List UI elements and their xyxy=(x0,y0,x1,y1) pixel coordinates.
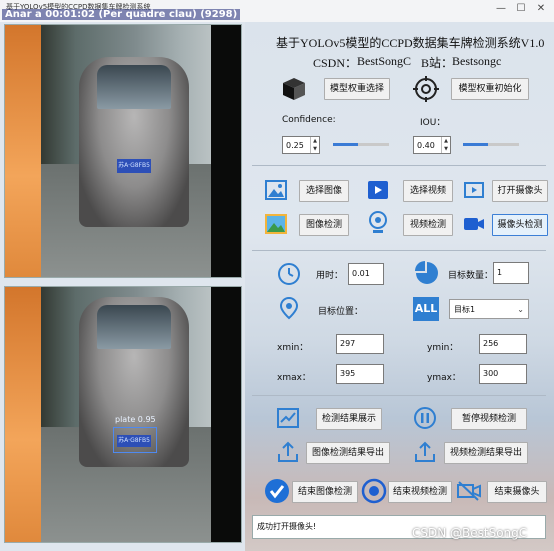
ymax-label: ymax： xyxy=(427,373,461,383)
xmax-field[interactable]: 395 xyxy=(336,364,384,384)
iou-spinbox[interactable]: 0.40 ▲ ▼ xyxy=(413,136,451,154)
ymin-field[interactable]: 256 xyxy=(479,334,527,354)
section-divider xyxy=(252,165,546,166)
show-results-button[interactable]: 检测结果展示 xyxy=(316,408,382,430)
close-camera-button[interactable]: 结束摄像头 xyxy=(487,481,547,503)
target-icon xyxy=(413,76,439,102)
pause-video-button[interactable]: 暂停视频检测 xyxy=(451,408,527,430)
position-label: 目标位置： xyxy=(318,307,364,317)
xmax-label: xmax： xyxy=(277,373,311,383)
chevron-down-icon: ⌄ xyxy=(517,305,524,314)
init-weights-button[interactable]: 模型权重初始化 xyxy=(451,78,529,100)
bilibili-value: Bestsongc xyxy=(452,54,502,68)
detection-video-view: plate 0.95 苏A·G8FB5 xyxy=(4,286,242,543)
check-circle-icon xyxy=(264,478,290,504)
xmin-label: xmin： xyxy=(277,343,309,353)
line-chart-icon xyxy=(276,406,302,432)
app-heading: 基于YOLOv5模型的CCPD数据集车牌检测系统V1.0 xyxy=(276,36,545,50)
cube-icon xyxy=(281,76,307,102)
detection-label: plate 0.95 xyxy=(115,415,156,424)
section-divider xyxy=(252,250,546,251)
select-image-button[interactable]: 选择图像 xyxy=(299,180,349,202)
pause-icon xyxy=(413,406,439,432)
window-titlebar: 基于YOLOv5模型的CCPD数据集车牌检测系统 Anar a 00:01:02… xyxy=(0,0,554,22)
iou-slider-fill xyxy=(463,143,489,146)
xmin-field[interactable]: 297 xyxy=(336,334,384,354)
count-field[interactable]: 1 xyxy=(493,262,529,284)
select-video-button[interactable]: 选择视频 xyxy=(403,180,453,202)
original-video-view: 苏A·G8FB5 xyxy=(4,24,242,278)
all-icon: ALL xyxy=(413,297,439,321)
upload-icon xyxy=(276,440,302,466)
csdn-label: CSDN： xyxy=(313,56,358,70)
count-label: 目标数量： xyxy=(448,271,494,281)
export-image-results-button[interactable]: 图像检测结果导出 xyxy=(306,442,390,464)
bilibili-label: B站： xyxy=(421,56,454,70)
iou-label: IOU： xyxy=(420,118,446,128)
spin-arrows-icon[interactable]: ▲ ▼ xyxy=(441,137,450,153)
license-plate: 苏A·G8FB5 xyxy=(117,159,151,173)
time-label: 用时： xyxy=(316,271,344,281)
spin-arrows-icon[interactable]: ▲ ▼ xyxy=(310,137,319,153)
csdn-watermark: CSDN @BestSongC xyxy=(412,526,528,540)
iou-slider[interactable] xyxy=(463,143,519,146)
camera-detect-button[interactable]: 摄像头检测 xyxy=(492,214,548,236)
close-button[interactable]: ✕ xyxy=(532,2,550,16)
open-camera-button[interactable]: 打开摄像头 xyxy=(492,180,548,202)
iou-value: 0.40 xyxy=(417,141,435,150)
image-detect-button[interactable]: 图像检测 xyxy=(299,214,349,236)
section-divider xyxy=(252,395,546,396)
minimize-button[interactable]: — xyxy=(492,2,510,16)
target-select[interactable]: 目标1 ⌄ xyxy=(449,299,529,319)
video-file-icon xyxy=(366,178,392,204)
clock-icon xyxy=(277,262,303,288)
confidence-spinbox[interactable]: 0.25 ▲ ▼ xyxy=(282,136,320,154)
ymin-label: ymin： xyxy=(427,343,459,353)
webcam-icon xyxy=(366,210,392,236)
end-video-detect-button[interactable]: 结束视频检测 xyxy=(388,481,452,503)
select-weights-button[interactable]: 模型权重选择 xyxy=(324,78,390,100)
time-field[interactable]: 0.01 xyxy=(348,263,384,285)
confidence-label: Confidence: xyxy=(282,115,336,125)
end-image-detect-button[interactable]: 结束图像检测 xyxy=(292,481,358,503)
maximize-button[interactable]: ☐ xyxy=(512,2,530,16)
camera-off-icon xyxy=(456,478,482,504)
ymax-field[interactable]: 300 xyxy=(479,364,527,384)
camcorder-icon xyxy=(462,212,488,238)
csdn-value: BestSongC xyxy=(357,54,412,68)
upload-icon xyxy=(413,440,439,466)
confidence-slider[interactable] xyxy=(333,143,389,146)
stop-circle-icon xyxy=(361,478,387,504)
location-pin-icon xyxy=(277,296,303,322)
video-detect-button[interactable]: 视频检测 xyxy=(403,214,453,236)
pie-chart-icon xyxy=(414,260,440,286)
video-seek-overlay: Anar a 00:01:02 (Per quadre clau) (9298) xyxy=(2,9,241,20)
license-plate: 苏A·G8FB5 xyxy=(117,435,151,447)
export-video-results-button[interactable]: 视频检测结果导出 xyxy=(444,442,528,464)
target-select-value: 目标1 xyxy=(454,305,476,314)
confidence-slider-fill xyxy=(333,143,359,146)
image-detect-icon xyxy=(264,212,290,238)
camera-icon xyxy=(462,178,488,204)
image-icon xyxy=(264,178,290,204)
confidence-value: 0.25 xyxy=(286,141,304,150)
